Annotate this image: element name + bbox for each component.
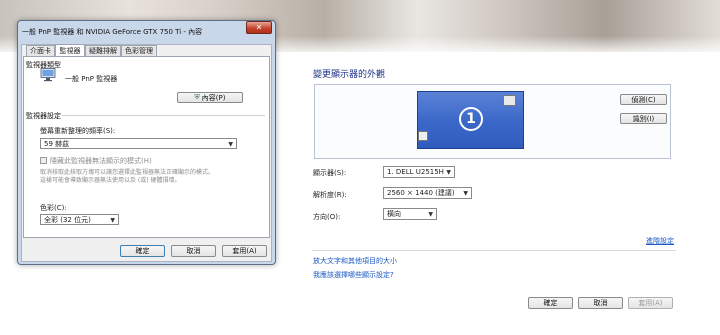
divider [62,115,265,116]
refresh-rate-select[interactable]: 59 赫茲 ▼ [40,138,237,149]
orientation-label: 方向(O): [313,213,341,221]
monitor-name: 一般 PnP 監視器 [65,75,118,83]
resolution-label: 解析度(R): [313,191,347,199]
properties-button-label: 內容(P) [201,93,226,102]
resolution-select[interactable]: 2560 × 1440 (建議) ▼ [383,187,472,199]
ok-button[interactable]: 確定 [528,297,573,309]
advanced-settings-link[interactable]: 進階設定 [646,236,674,246]
page-title: 變更顯示器的外觀 [313,70,386,80]
tab-troubleshoot[interactable]: 疑難排解 [85,45,121,56]
dialog-cancel-button[interactable]: 取消 [171,245,216,257]
monitor-settings-title: 監視器設定 [26,112,61,120]
hide-modes-checkbox[interactable] [40,157,47,164]
hide-modes-label: 隱藏此監視器無法顯示的模式(H) [50,157,152,165]
chevron-down-icon: ▼ [446,169,451,176]
orientation-select-value: 橫向 [387,210,401,218]
dialog-ok-button[interactable]: 確定 [120,245,165,257]
apply-button[interactable]: 套用(A) [628,297,673,309]
colors-label: 色彩(C): [40,204,67,212]
monitor-small-icon [503,95,516,106]
refresh-rate-label: 螢幕重新整理的頻率(S): [40,127,116,135]
refresh-rate-value: 59 赫茲 [44,139,70,148]
monitor-icon [40,68,56,82]
detect-button[interactable]: 偵測(C) [620,94,667,105]
tab-color-management[interactable]: 色彩管理 [121,45,157,56]
close-icon: ✕ [255,23,263,32]
cancel-button[interactable]: 取消 [578,297,623,309]
tab-adapter[interactable]: 介面卡 [26,45,55,56]
dialog-title: 一般 PnP 監視器 和 NVIDIA GeForce GTX 750 Ti -… [22,28,203,36]
colors-value: 全彩 (32 位元) [44,215,91,224]
hide-modes-hint: 這樣可能會導致顯示器無法使用以及 (或) 硬體損壞。 [40,177,181,184]
chevron-down-icon: ▼ [228,141,233,148]
colors-select[interactable]: 全彩 (32 位元) ▼ [40,214,119,225]
display-label: 顯示器(S): [313,169,347,177]
chevron-down-icon: ▼ [463,190,468,197]
monitor-number-badge: 1 [459,107,483,131]
shield-icon: ⛨ [194,93,200,101]
divider [312,250,676,251]
text-size-link[interactable]: 放大文字和其他項目的大小 [313,256,397,266]
display-select-value: 1. DELL U2515H [387,168,444,176]
close-button[interactable]: ✕ [246,21,272,34]
properties-button[interactable]: ⛨ 內容(P) [177,92,243,103]
chevron-down-icon: ▼ [428,211,433,218]
resolution-select-value: 2560 × 1440 (建議) [387,189,455,197]
which-settings-link[interactable]: 我應該選擇哪些顯示設定? [313,270,394,280]
chevron-down-icon: ▼ [110,217,115,224]
monitor-small-icon [418,131,428,141]
display-select[interactable]: 1. DELL U2515H ▼ [383,166,455,178]
dialog-apply-button[interactable]: 套用(A) [222,245,267,257]
identify-button[interactable]: 識別(I) [620,113,667,124]
orientation-select[interactable]: 橫向 ▼ [383,208,437,220]
